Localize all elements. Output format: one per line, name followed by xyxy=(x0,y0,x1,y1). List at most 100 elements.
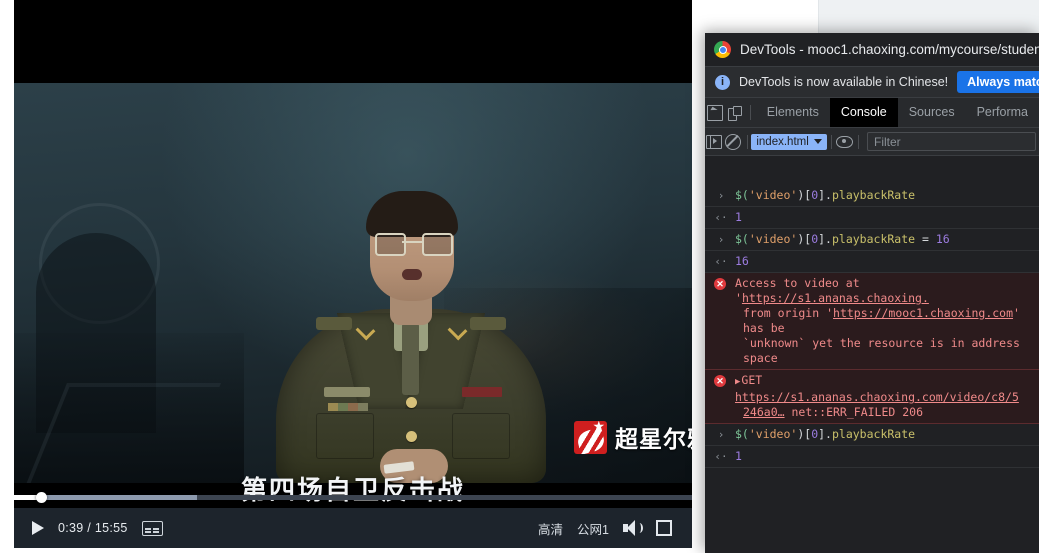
clear-console-icon[interactable] xyxy=(724,128,743,155)
fullscreen-corner-bl xyxy=(656,528,664,536)
console-token: )[ xyxy=(797,232,812,246)
filterbar-divider-3 xyxy=(858,134,860,149)
console-error-row: ✕ ▶GET https://s1.ananas.chaoxing.com/vid… xyxy=(705,370,1039,424)
always-match-chrome-button[interactable]: Always match Chro xyxy=(957,71,1039,93)
console-prompt-row[interactable]: › xyxy=(705,468,1039,474)
inspect-cursor-glyph xyxy=(706,104,723,121)
console-error-text: net::ERR_FAILED 206 xyxy=(784,405,924,419)
console-error-line: Access to video at 'https://s1.ananas.ch… xyxy=(735,276,929,305)
figure-chest-badge xyxy=(324,387,370,397)
figure-epaulette-right xyxy=(470,317,506,330)
fullscreen-corner-br xyxy=(664,528,672,536)
console-input-arrow-icon: › xyxy=(717,233,725,246)
info-icon: i xyxy=(715,74,730,90)
filterbar-divider-1 xyxy=(746,134,748,149)
controls-right-group: 高清 公网1 xyxy=(538,519,692,538)
console-token: = xyxy=(915,232,936,246)
infobar-message: DevTools is now available in Chinese! xyxy=(739,75,949,89)
sidebar-glyph xyxy=(706,134,723,149)
clear-glyph xyxy=(725,133,742,150)
expand-triangle-icon[interactable]: ▶ xyxy=(735,377,740,387)
error-icon: ✕ xyxy=(714,375,726,387)
console-output[interactable]: › $('video')[0].playbackRate ‹· 1 › $('video'… xyxy=(705,185,1039,553)
figure-glasses-right xyxy=(422,233,453,256)
devtools-window-title: DevTools - mooc1.chaoxing.com/mycourse/s… xyxy=(740,42,1039,57)
console-error-link[interactable]: https://s1.ananas.chaoxing. xyxy=(742,291,929,305)
console-token: $( xyxy=(735,188,749,202)
console-error-link[interactable]: https://s1.ananas.chaoxing.com/video/c8/… xyxy=(735,390,1019,404)
figure-pocket-right xyxy=(452,413,510,459)
execution-context-value: index.html xyxy=(756,135,809,148)
console-token: 'video' xyxy=(748,232,798,246)
progress-handle[interactable] xyxy=(36,492,48,503)
line-selector[interactable]: 公网1 xyxy=(577,519,609,538)
filterbar-divider-2 xyxy=(830,134,832,149)
console-error-line: ▶GET https://s1.ananas.chaoxing.com/vide… xyxy=(735,373,1019,404)
filter-input[interactable] xyxy=(867,132,1037,151)
console-token: ]. xyxy=(818,427,832,441)
quality-selector[interactable]: 高清 xyxy=(538,519,563,538)
console-error-line: 246a0… net::ERR_FAILED 206 xyxy=(735,405,1039,420)
inspect-element-icon[interactable] xyxy=(705,98,725,127)
console-error-line: from origin 'https://mooc1.chaoxing.com'… xyxy=(735,306,1039,336)
console-sidebar-icon[interactable] xyxy=(705,128,724,155)
screen-root: 超星尔雅 第四场自卫反击战 0:39 / 15:55 高清 xyxy=(0,0,1039,553)
tab-elements[interactable]: Elements xyxy=(756,98,830,127)
devtools-infobar: i DevTools is now available in Chinese! … xyxy=(705,66,1039,98)
console-input-arrow-icon: › xyxy=(717,189,725,202)
player-left-margin xyxy=(0,0,14,553)
figure-glasses-left xyxy=(375,233,406,256)
video-letterbox-top xyxy=(14,0,692,83)
console-token: ]. xyxy=(818,188,832,202)
console-result-row: ‹· 1 xyxy=(705,446,1039,468)
error-icon: ✕ xyxy=(714,278,726,290)
console-token: playbackRate xyxy=(831,232,916,246)
console-return-arrow-icon: ‹· xyxy=(714,211,728,224)
figure-button-1 xyxy=(406,397,417,408)
console-result-value: 1 xyxy=(735,449,742,463)
console-result-row: ‹· 16 xyxy=(705,251,1039,273)
console-error-link[interactable]: 246a0… xyxy=(743,405,785,419)
volume-icon[interactable] xyxy=(623,520,643,536)
devtools-window: DevTools - mooc1.chaoxing.com/mycourse/s… xyxy=(705,33,1039,553)
console-result-value: 16 xyxy=(735,254,749,268)
console-token: playbackRate xyxy=(831,427,916,441)
tab-sources[interactable]: Sources xyxy=(898,98,966,127)
volume-wave xyxy=(636,523,643,533)
tab-console[interactable]: Console xyxy=(829,98,898,127)
figure-pocket-left xyxy=(316,413,374,459)
figure-hair xyxy=(366,191,458,237)
play-icon[interactable] xyxy=(32,521,44,535)
progress-bar[interactable] xyxy=(14,492,692,503)
fullscreen-icon[interactable] xyxy=(656,520,672,536)
console-filterbar: index.html xyxy=(705,128,1039,156)
watermark: 超星尔雅 xyxy=(574,420,692,454)
console-error-text: `unknown` yet the resource is in address… xyxy=(743,336,1020,365)
closed-caption-icon[interactable] xyxy=(141,520,163,536)
chaoxing-star-logo-icon xyxy=(574,420,607,454)
time-display: 0:39 / 15:55 xyxy=(58,521,128,535)
player-controls: 0:39 / 15:55 高清 公网1 xyxy=(14,508,692,548)
devtools-titlebar[interactable]: DevTools - mooc1.chaoxing.com/mycourse/s… xyxy=(705,33,1039,66)
figure-nameplate xyxy=(462,387,502,397)
console-token: )[ xyxy=(797,188,812,202)
player-frame: 超星尔雅 第四场自卫反击战 0:39 / 15:55 高清 xyxy=(14,0,692,553)
console-return-arrow-icon: ‹· xyxy=(714,450,728,463)
live-expression-icon[interactable] xyxy=(835,128,854,155)
console-error-link[interactable]: https://mooc1.chaoxing.com xyxy=(833,306,1013,320)
tab-performance[interactable]: Performa xyxy=(966,98,1039,127)
device-toolbar-icon[interactable] xyxy=(725,98,745,127)
console-input-row: › $('video')[0].playbackRate = 16 xyxy=(705,229,1039,251)
figure-tie xyxy=(402,323,419,395)
console-input-arrow-icon: › xyxy=(717,428,725,441)
console-token: ]. xyxy=(818,232,832,246)
console-error-line: `unknown` yet the resource is in address… xyxy=(735,336,1039,366)
figure-ribbon-bar xyxy=(328,403,368,411)
console-error-text: from origin ' xyxy=(743,306,834,320)
console-token: 16 xyxy=(935,232,950,246)
watermark-text: 超星尔雅 xyxy=(615,426,692,452)
fullscreen-corner-tr xyxy=(664,520,672,528)
console-prompt-arrow-icon: › xyxy=(714,471,728,474)
execution-context-selector[interactable]: index.html xyxy=(751,133,827,150)
video-surface[interactable]: 超星尔雅 xyxy=(14,0,692,508)
